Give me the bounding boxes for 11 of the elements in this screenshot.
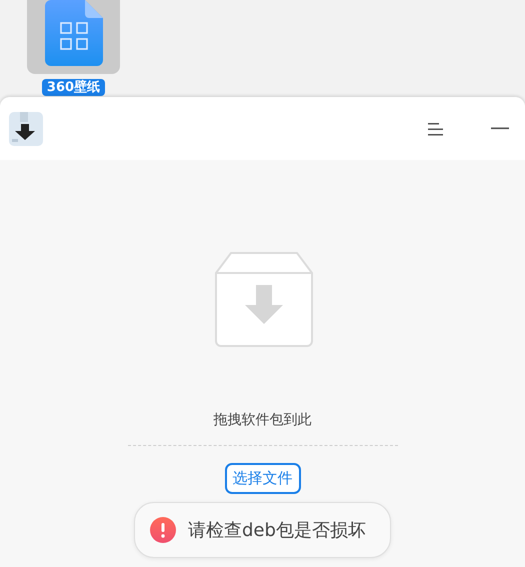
desktop-icon-tile[interactable] bbox=[27, 0, 120, 74]
package-drop-icon bbox=[214, 251, 312, 347]
error-icon bbox=[150, 517, 176, 543]
document-icon bbox=[44, 0, 102, 66]
select-file-button[interactable]: 选择文件 bbox=[224, 463, 300, 494]
package-download-icon bbox=[9, 112, 43, 146]
drop-hint-text: 拖拽软件包到此 bbox=[214, 411, 312, 429]
minimize-icon[interactable] bbox=[491, 127, 509, 130]
desktop-icon-label[interactable]: 360壁纸 bbox=[42, 79, 106, 96]
toast-message: 请检查deb包是否损坏 bbox=[188, 519, 366, 542]
menu-icon[interactable] bbox=[428, 122, 444, 136]
